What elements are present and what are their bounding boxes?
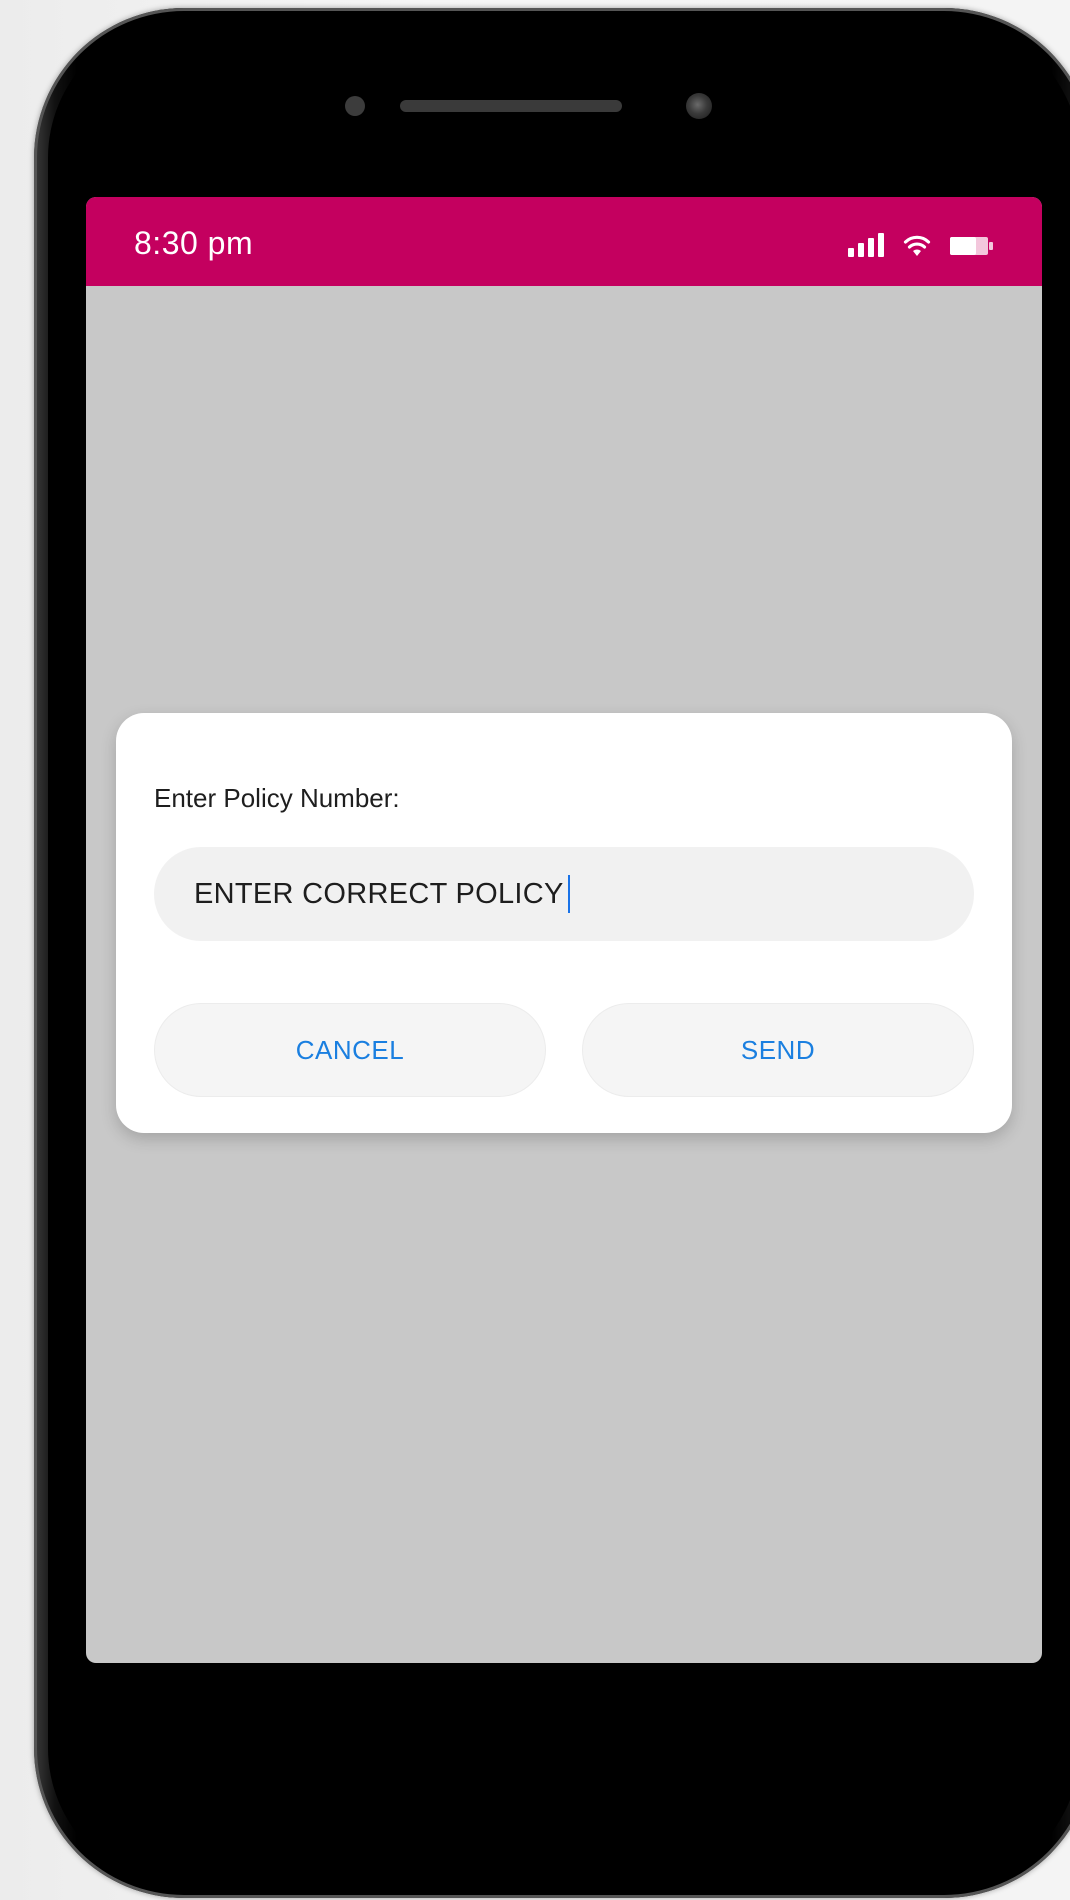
send-button[interactable]: SEND [582,1003,974,1097]
proximity-sensor-icon [345,96,365,116]
phone-screen: 8:30 pm Enter Policy Number: ENTER CORRE… [86,197,1042,1663]
status-bar: 8:30 pm [86,197,1042,286]
send-button-label: SEND [740,1034,816,1065]
policy-dialog: Enter Policy Number: ENTER CORRECT POLIC… [116,713,1012,1133]
cancel-button[interactable]: CANCEL [154,1003,546,1097]
policy-input-value: ENTER CORRECT POLICY [194,877,564,910]
status-time: 8:30 pm [134,225,254,261]
wifi-icon [902,231,932,257]
earpiece-speaker-icon [400,100,622,112]
signal-icon [848,233,884,257]
text-cursor [567,875,570,913]
dialog-label: Enter Policy Number: [154,783,400,813]
page-background: 8:30 pm Enter Policy Number: ENTER CORRE… [0,0,1070,1900]
battery-icon [950,235,994,257]
front-camera-icon [686,93,712,119]
policy-number-input[interactable]: ENTER CORRECT POLICY [154,847,974,941]
cancel-button-label: CANCEL [295,1034,405,1065]
status-icons [848,227,994,257]
